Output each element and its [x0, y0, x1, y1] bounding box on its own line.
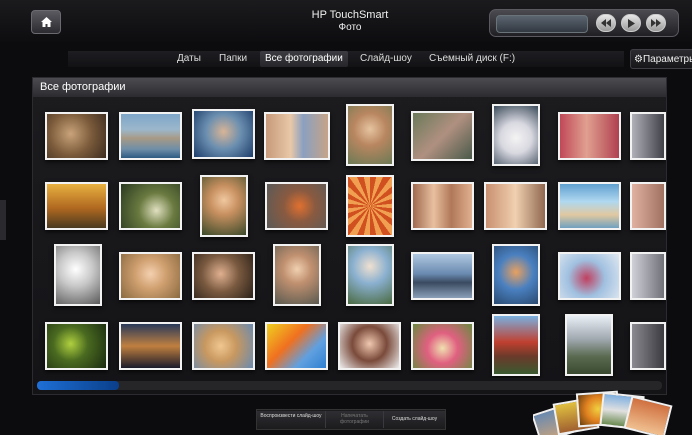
- photo-thumbnail[interactable]: [630, 252, 666, 300]
- photo-thumbnail[interactable]: [346, 244, 394, 306]
- photo-thumbnail[interactable]: [484, 182, 547, 230]
- view-tabs: Даты Папки Все фотографии Слайд-шоу Съем…: [68, 51, 624, 67]
- photo-thumbnail[interactable]: [45, 112, 108, 160]
- photo-thumbnail[interactable]: [54, 244, 102, 306]
- photo-thumbnail[interactable]: [273, 244, 321, 306]
- side-panel-handle[interactable]: [0, 200, 6, 240]
- photo-thumbnail[interactable]: [346, 175, 394, 237]
- gear-icon: ⚙: [634, 54, 643, 65]
- photo-thumbnail[interactable]: [265, 182, 328, 230]
- player-display: [496, 15, 588, 33]
- photo-thumbnail[interactable]: [265, 322, 328, 370]
- tab-all-photos[interactable]: Все фотографии: [260, 51, 348, 67]
- home-icon: [41, 17, 52, 27]
- photo-thumbnail[interactable]: [411, 182, 474, 230]
- fast-forward-icon: [651, 19, 661, 27]
- photo-grid: [33, 98, 666, 378]
- photo-thumbnail[interactable]: [192, 252, 255, 300]
- photo-thumbnail[interactable]: [630, 322, 666, 370]
- photo-thumbnail[interactable]: [630, 112, 666, 160]
- tab-dates[interactable]: Даты: [172, 51, 206, 67]
- fast-forward-button[interactable]: [646, 14, 666, 32]
- create-slideshow-button[interactable]: Создать слайд-шоу: [384, 411, 445, 428]
- photo-thumbnail[interactable]: [264, 112, 330, 160]
- rewind-button[interactable]: [596, 14, 616, 32]
- app-title: HP TouchSmart: [311, 9, 389, 21]
- tab-removable-disk[interactable]: Съемный диск (F:): [424, 51, 520, 67]
- photo-thumbnail[interactable]: [119, 182, 182, 230]
- photo-thumbnail[interactable]: [492, 244, 540, 306]
- photo-gallery-panel: Все фотографии: [32, 77, 667, 395]
- play-slideshow-button[interactable]: Воспроизвести слайд-шоу: [257, 411, 326, 428]
- play-button[interactable]: [621, 14, 641, 32]
- photo-thumbnail[interactable]: [411, 111, 474, 161]
- play-icon: [628, 18, 635, 28]
- home-button[interactable]: [31, 10, 61, 34]
- photo-thumbnail[interactable]: [45, 182, 108, 230]
- print-photos-button[interactable]: Напечатать фотографии: [326, 411, 384, 428]
- panel-header: Все фотографии: [33, 78, 666, 97]
- photo-thumbnail[interactable]: [630, 182, 666, 230]
- photo-thumbnail[interactable]: [119, 252, 182, 300]
- photo-thumbnail[interactable]: [119, 322, 182, 370]
- photo-thumbnail[interactable]: [411, 322, 474, 370]
- photo-thumbnail[interactable]: [338, 322, 401, 370]
- panel-title: Все фотографии: [40, 81, 126, 93]
- tab-folders[interactable]: Папки: [214, 51, 252, 67]
- photo-thumbnail[interactable]: [411, 252, 474, 300]
- photo-thumbnail[interactable]: [558, 252, 621, 300]
- settings-label: Параметры: [642, 54, 692, 65]
- photo-thumbnail[interactable]: [119, 112, 182, 160]
- photo-thumbnail[interactable]: [192, 322, 255, 370]
- stack-photo: [623, 395, 673, 435]
- photo-thumbnail[interactable]: [192, 109, 255, 159]
- photo-thumbnail[interactable]: [492, 314, 540, 376]
- section-title: Фото: [338, 22, 362, 33]
- photo-thumbnail[interactable]: [558, 112, 621, 160]
- photo-thumbnail[interactable]: [346, 104, 394, 166]
- settings-button[interactable]: ⚙Параметры: [630, 49, 692, 69]
- photo-thumbnail[interactable]: [565, 314, 613, 376]
- photo-thumbnail[interactable]: [558, 182, 621, 230]
- tab-slideshow[interactable]: Слайд-шоу: [355, 51, 417, 67]
- media-player: [489, 9, 679, 37]
- rewind-icon: [601, 19, 611, 27]
- photo-stack-graphic: [533, 386, 673, 435]
- scrollbar-thumb[interactable]: [37, 381, 119, 390]
- action-bar: Воспроизвести слайд-шоу Напечатать фотог…: [256, 409, 446, 430]
- photo-thumbnail[interactable]: [492, 104, 540, 166]
- photo-thumbnail[interactable]: [200, 175, 248, 237]
- top-bar: HP TouchSmart Фото: [0, 0, 692, 42]
- photo-thumbnail[interactable]: [45, 322, 108, 370]
